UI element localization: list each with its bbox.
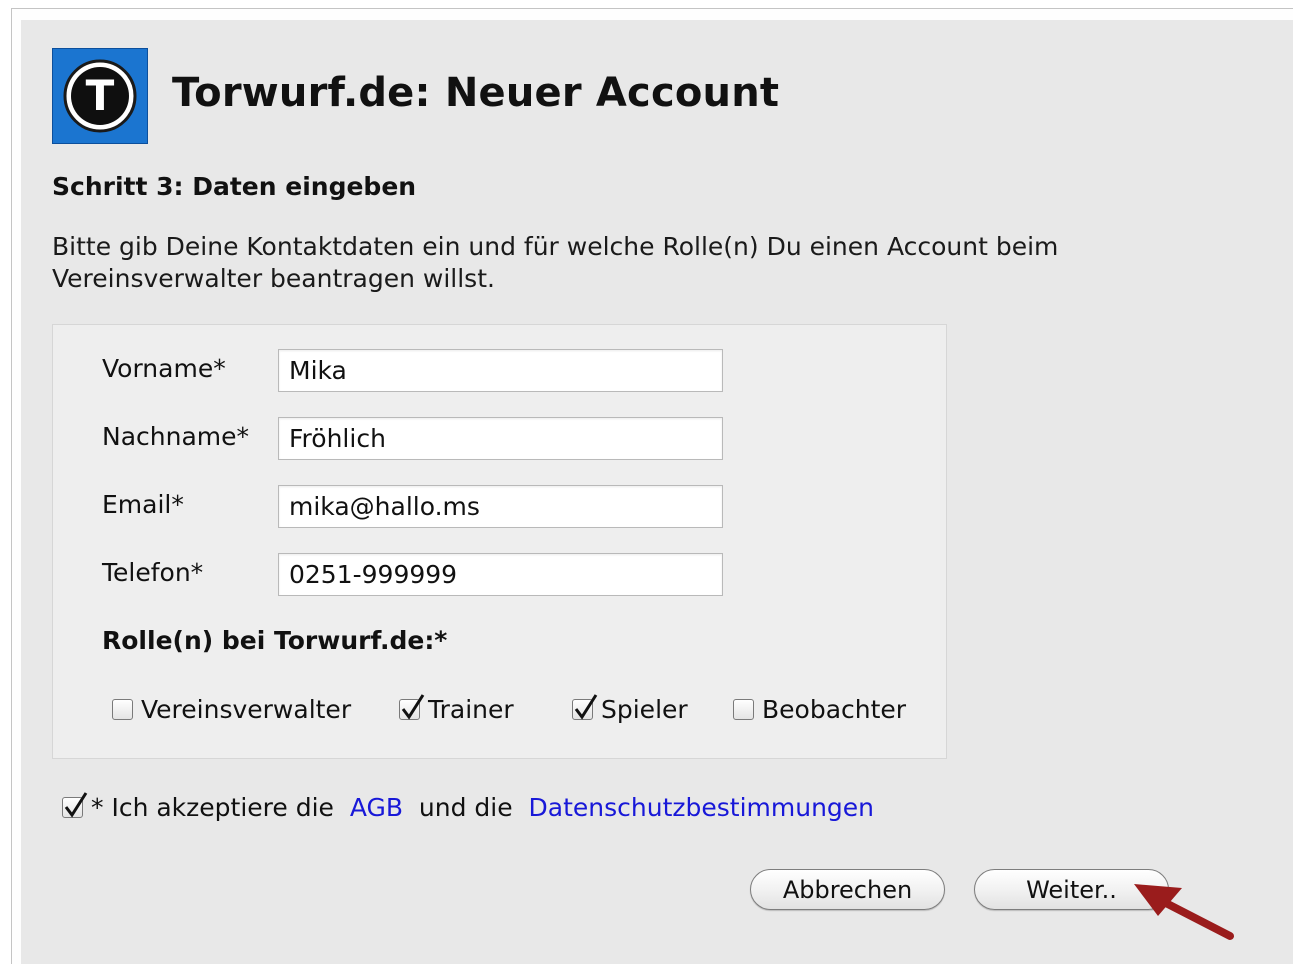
email-field[interactable] (278, 485, 723, 528)
checkmark-icon (64, 791, 88, 818)
role-checkbox[interactable] (112, 698, 133, 720)
privacy-link[interactable]: Datenschutzbestimmungen (529, 793, 875, 822)
page-title: Torwurf.de: Neuer Account (172, 70, 780, 116)
terms-row: * Ich akzeptiere die AGB und die Datensc… (62, 789, 874, 825)
role-checkbox[interactable] (399, 693, 425, 720)
terms-prefix: * Ich akzeptiere die (91, 792, 334, 822)
role-label: Vereinsverwalter (141, 694, 352, 724)
torwurf-logo-icon: T (52, 48, 148, 144)
last-name-label: Nachname* (102, 422, 250, 451)
svg-text:T: T (86, 71, 115, 120)
phone-label: Telefon* (102, 558, 204, 587)
pointer-arrow-icon (1134, 884, 1234, 940)
checkmark-icon (401, 693, 425, 720)
last-name-field[interactable] (278, 417, 723, 460)
role-label: Trainer (428, 694, 514, 724)
email-label: Email* (102, 490, 184, 519)
role-checkbox[interactable] (572, 693, 598, 720)
role-spieler[interactable]: Spieler (572, 692, 688, 726)
cancel-button[interactable]: Abbrechen (750, 869, 945, 910)
first-name-field[interactable] (278, 349, 723, 392)
intro-text: Bitte gib Deine Kontaktdaten ein und für… (52, 232, 1059, 293)
role-label: Spieler (601, 694, 688, 724)
role-label: Beobachter (762, 694, 907, 724)
phone-field[interactable] (278, 553, 723, 596)
terms-middle: und die (418, 792, 513, 822)
terms-checkbox[interactable] (62, 791, 88, 818)
role-trainer[interactable]: Trainer (399, 692, 514, 726)
first-name-label: Vorname* (102, 354, 226, 383)
checkmark-icon (574, 693, 598, 720)
roles-heading: Rolle(n) bei Torwurf.de:* (102, 626, 448, 655)
role-checkbox[interactable] (733, 698, 754, 720)
step-heading: Schritt 3: Daten eingeben (52, 172, 417, 201)
agb-link[interactable]: AGB (350, 793, 403, 822)
role-vereinsverwalter[interactable]: Vereinsverwalter (112, 692, 351, 726)
role-beobachter[interactable]: Beobachter (733, 692, 906, 726)
